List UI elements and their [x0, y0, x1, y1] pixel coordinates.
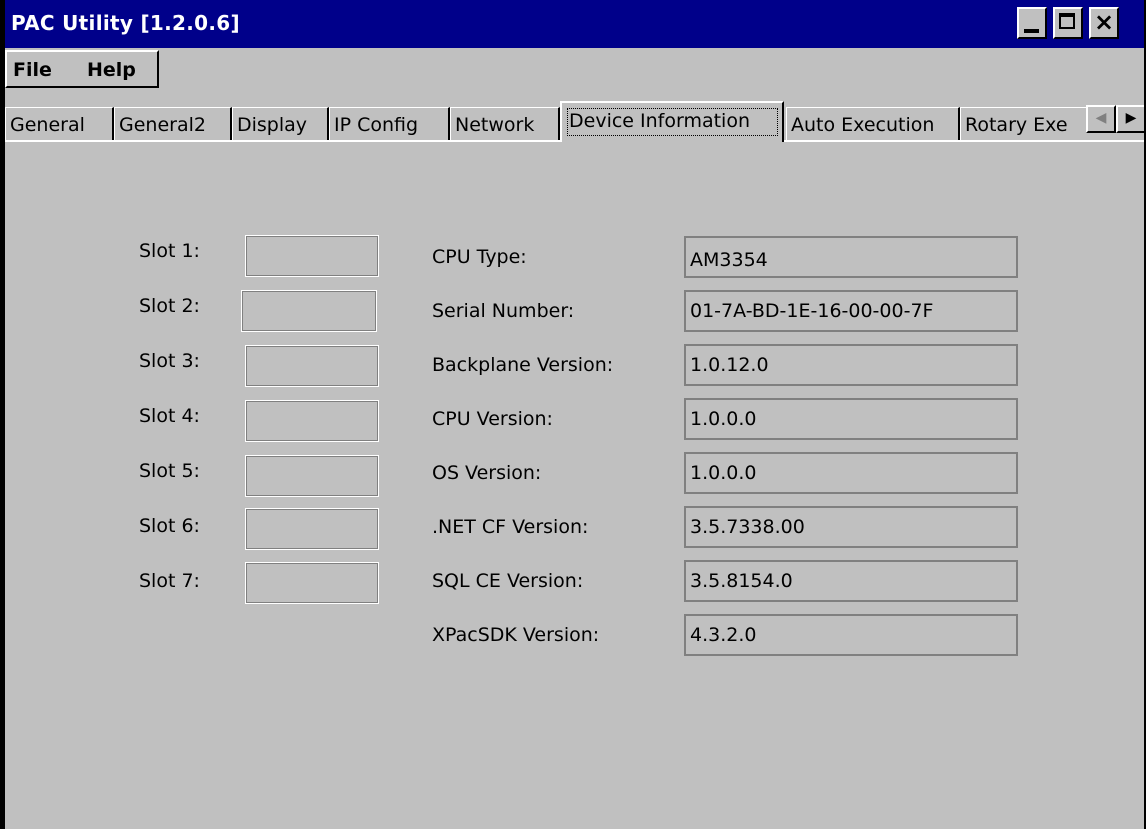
tab-device-information[interactable]: Device Information [560, 101, 784, 142]
serial-number-value: 01-7A-BD-1E-16-00-00-7F [684, 290, 1018, 332]
tab-strip: General General2 Display IP Config Netwo… [5, 101, 1144, 142]
tab-general[interactable]: General [5, 107, 114, 141]
tab-rotary-execution[interactable]: Rotary Exe [960, 107, 1088, 141]
cpu-type-label: CPU Type: [432, 246, 527, 268]
slot-2-box [241, 290, 377, 332]
tab-ip-config[interactable]: IP Config [329, 107, 450, 141]
tab-network[interactable]: Network [450, 107, 560, 141]
close-icon: × [1093, 8, 1115, 36]
sql-ce-version-value: 3.5.8154.0 [684, 560, 1018, 602]
slot-5-label: Slot 5: [139, 460, 200, 482]
sql-ce-version-label: SQL CE Version: [432, 570, 584, 592]
xpacsdk-version-label: XPacSDK Version: [432, 624, 600, 646]
cpu-version-value: 1.0.0.0 [684, 398, 1018, 440]
slot-6-box [245, 508, 379, 550]
slot-2-label: Slot 2: [139, 295, 200, 317]
slot-7-label: Slot 7: [139, 570, 200, 592]
tab-general2[interactable]: General2 [114, 107, 232, 141]
slot-3-label: Slot 3: [139, 350, 200, 372]
close-button[interactable]: × [1089, 7, 1119, 39]
cpu-version-label: CPU Version: [432, 408, 553, 430]
menu-file[interactable]: File [13, 59, 52, 81]
slot-7-box [245, 562, 379, 604]
slot-1-label: Slot 1: [139, 240, 200, 262]
minimize-button[interactable] [1017, 7, 1047, 39]
backplane-version-value: 1.0.12.0 [684, 344, 1018, 386]
slot-1-box [245, 235, 379, 277]
scroll-right-icon[interactable]: ▶ [1116, 105, 1146, 133]
window-title: PAC Utility [1.2.0.6] [11, 11, 240, 35]
net-cf-version-value: 3.5.7338.00 [684, 506, 1018, 548]
slot-3-box [245, 345, 379, 387]
os-version-value: 1.0.0.0 [684, 452, 1018, 494]
slot-4-label: Slot 4: [139, 405, 200, 427]
maximize-button[interactable] [1053, 7, 1083, 39]
maximize-icon [1059, 13, 1075, 29]
cpu-type-value: AM3354 [684, 236, 1018, 278]
tab-device-information-label: Device Information [567, 108, 778, 136]
backplane-version-label: Backplane Version: [432, 354, 614, 376]
tab-auto-execution[interactable]: Auto Execution [786, 107, 960, 141]
slot-5-box [245, 455, 379, 497]
minimize-icon [1024, 29, 1039, 33]
slot-4-box [245, 400, 379, 442]
tab-display[interactable]: Display [232, 107, 329, 141]
net-cf-version-label: .NET CF Version: [432, 516, 589, 538]
slot-6-label: Slot 6: [139, 515, 200, 537]
serial-number-label: Serial Number: [432, 300, 575, 322]
pac-utility-window: PAC Utility [1.2.0.6] × File Help Genera… [0, 0, 1146, 829]
scroll-left-icon[interactable]: ◀ [1086, 105, 1116, 133]
xpacsdk-version-value: 4.3.2.0 [684, 614, 1018, 656]
menu-bar: File Help [5, 50, 159, 88]
title-bar[interactable]: PAC Utility [1.2.0.6] × [5, 0, 1144, 48]
menu-help[interactable]: Help [87, 59, 136, 81]
os-version-label: OS Version: [432, 462, 542, 484]
